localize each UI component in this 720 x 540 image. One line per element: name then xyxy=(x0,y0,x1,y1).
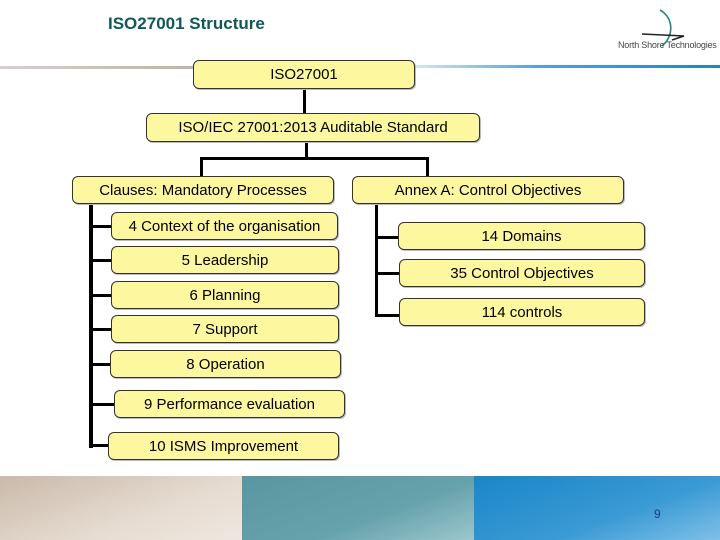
clause-item: 4 Context of the organisation xyxy=(111,212,338,240)
clause-item: 6 Planning xyxy=(111,281,339,309)
clause-item: 8 Operation xyxy=(110,350,341,378)
clause-item: 5 Leadership xyxy=(111,246,339,274)
connector-root-standard xyxy=(303,89,306,113)
connector-branch-right xyxy=(426,157,429,176)
header-rule-left xyxy=(0,66,195,69)
node-standard: ISO/IEC 27001:2013 Auditable Standard xyxy=(146,113,480,142)
node-clauses: Clauses: Mandatory Processes xyxy=(72,176,334,204)
annex-tick xyxy=(375,314,400,317)
annex-item: 35 Control Objectives xyxy=(399,259,645,287)
connector-branch-horizontal xyxy=(200,157,429,160)
slide-title: ISO27001 Structure xyxy=(108,14,265,33)
annex-tick xyxy=(375,272,400,275)
clause-tick xyxy=(91,403,116,406)
connector-branch-left xyxy=(200,157,203,176)
annex-item: 114 controls xyxy=(399,298,645,326)
node-annex: Annex A: Control Objectives xyxy=(352,176,624,204)
annex-spine xyxy=(375,204,378,317)
footer-panel-beige xyxy=(0,476,242,540)
footer-panel-teal xyxy=(242,476,474,540)
clause-tick xyxy=(91,328,113,331)
footer-band xyxy=(0,476,720,540)
clause-tick xyxy=(91,294,113,297)
annex-item: 14 Domains xyxy=(398,222,645,250)
clause-item: 10 ISMS Improvement xyxy=(108,432,339,460)
logo-text: North Shore Technologies xyxy=(618,40,717,50)
annex-tick xyxy=(375,236,400,239)
page-number: 9 xyxy=(654,507,661,521)
footer-panel-blue xyxy=(474,476,720,540)
clause-item: 7 Support xyxy=(111,315,339,343)
header-rule-right xyxy=(415,65,720,68)
clause-tick xyxy=(91,225,113,228)
clauses-spine xyxy=(89,204,93,448)
clause-tick xyxy=(91,259,113,262)
node-root: ISO27001 xyxy=(193,60,415,89)
clause-item: 9 Performance evaluation xyxy=(114,390,345,418)
